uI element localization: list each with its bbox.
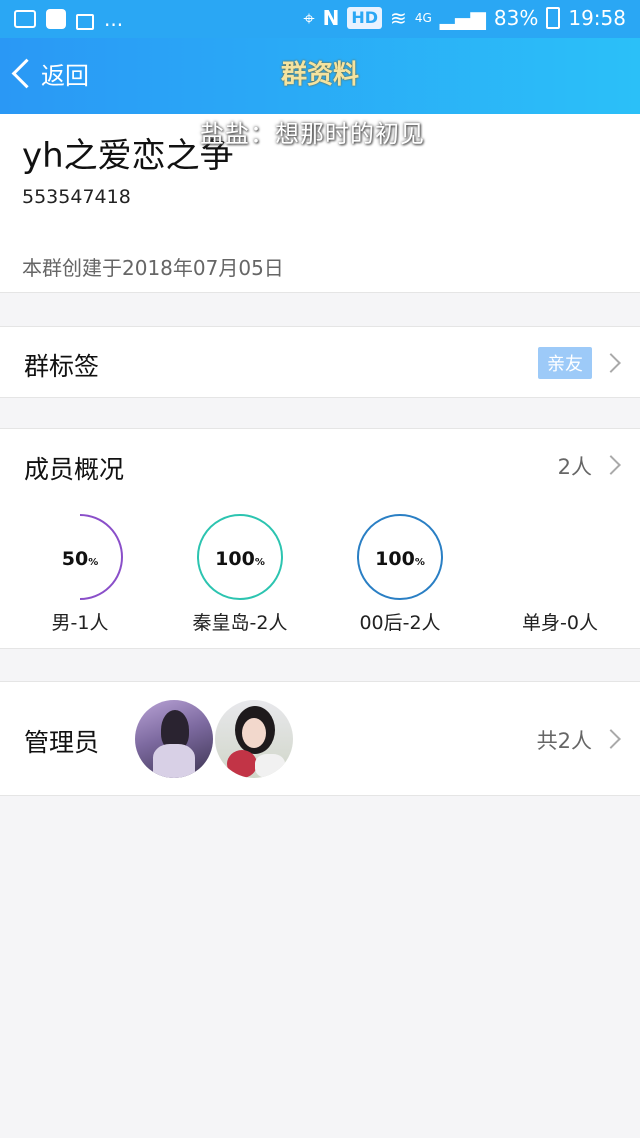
members-count: 2人 <box>557 455 592 479</box>
chevron-right-icon <box>601 353 621 373</box>
stat-single: 单身-0人 <box>480 512 640 635</box>
status-bar: ... ⌖ N HD ≋ 4G ▂▄▆ 83% 19:58 <box>0 0 640 38</box>
wifi-icon: ≋ <box>390 6 407 30</box>
stat-label: 00后-2人 <box>359 612 441 634</box>
overlay-message: 盐盐：想那时的初见 <box>200 120 425 148</box>
stat-ring <box>515 512 605 602</box>
clock: 19:58 <box>568 6 626 30</box>
nav-bar: 返回 群资料 <box>0 38 640 114</box>
stat-gender: 50% 男-1人 <box>0 512 160 635</box>
stat-label: 单身-0人 <box>522 612 598 634</box>
member-stats: 50% 男-1人 100% 秦皇岛-2人 100% 00后-2人 单身-0人 <box>0 500 640 649</box>
stat-percent: 50% <box>61 548 99 570</box>
chevron-right-icon <box>601 455 621 475</box>
nfc-icon: N <box>322 6 340 30</box>
members-overview-row[interactable]: 成员概况 2人 <box>0 428 640 502</box>
group-tag-badge: 亲友 <box>538 347 592 379</box>
stat-percent: 100% <box>375 548 425 570</box>
admins-row[interactable]: 管理员 共2人 <box>0 681 640 796</box>
status-dots: ... <box>104 7 124 31</box>
stat-age: 100% 00后-2人 <box>320 512 480 635</box>
avatar[interactable] <box>135 700 213 778</box>
group-id: 553547418 <box>22 186 131 208</box>
members-overview-label: 成员概况 <box>24 455 125 484</box>
battery-icon <box>546 7 561 29</box>
group-tag-label: 群标签 <box>24 352 100 381</box>
notification-icon <box>14 10 36 28</box>
admins-count: 共2人 <box>536 729 592 753</box>
stat-label: 男-1人 <box>51 612 109 634</box>
avatar[interactable] <box>215 700 293 778</box>
network-label: 4G <box>414 11 432 25</box>
battery-percent: 83% <box>493 6 539 30</box>
signal-icon: ▂▄▆ <box>439 6 486 30</box>
stat-percent: 100% <box>215 548 265 570</box>
app-icon <box>46 9 66 29</box>
stat-region: 100% 秦皇岛-2人 <box>160 512 320 635</box>
group-tag-row[interactable]: 群标签 亲友 <box>0 326 640 398</box>
stat-label: 秦皇岛-2人 <box>192 612 288 634</box>
page-title: 群资料 <box>280 60 359 90</box>
admins-label: 管理员 <box>24 728 100 757</box>
chevron-right-icon <box>601 729 621 749</box>
created-date: 本群创建于2018年07月05日 <box>22 256 284 280</box>
lock-icon <box>76 14 94 30</box>
location-icon: ⌖ <box>303 6 315 30</box>
hd-badge: HD <box>347 7 383 29</box>
